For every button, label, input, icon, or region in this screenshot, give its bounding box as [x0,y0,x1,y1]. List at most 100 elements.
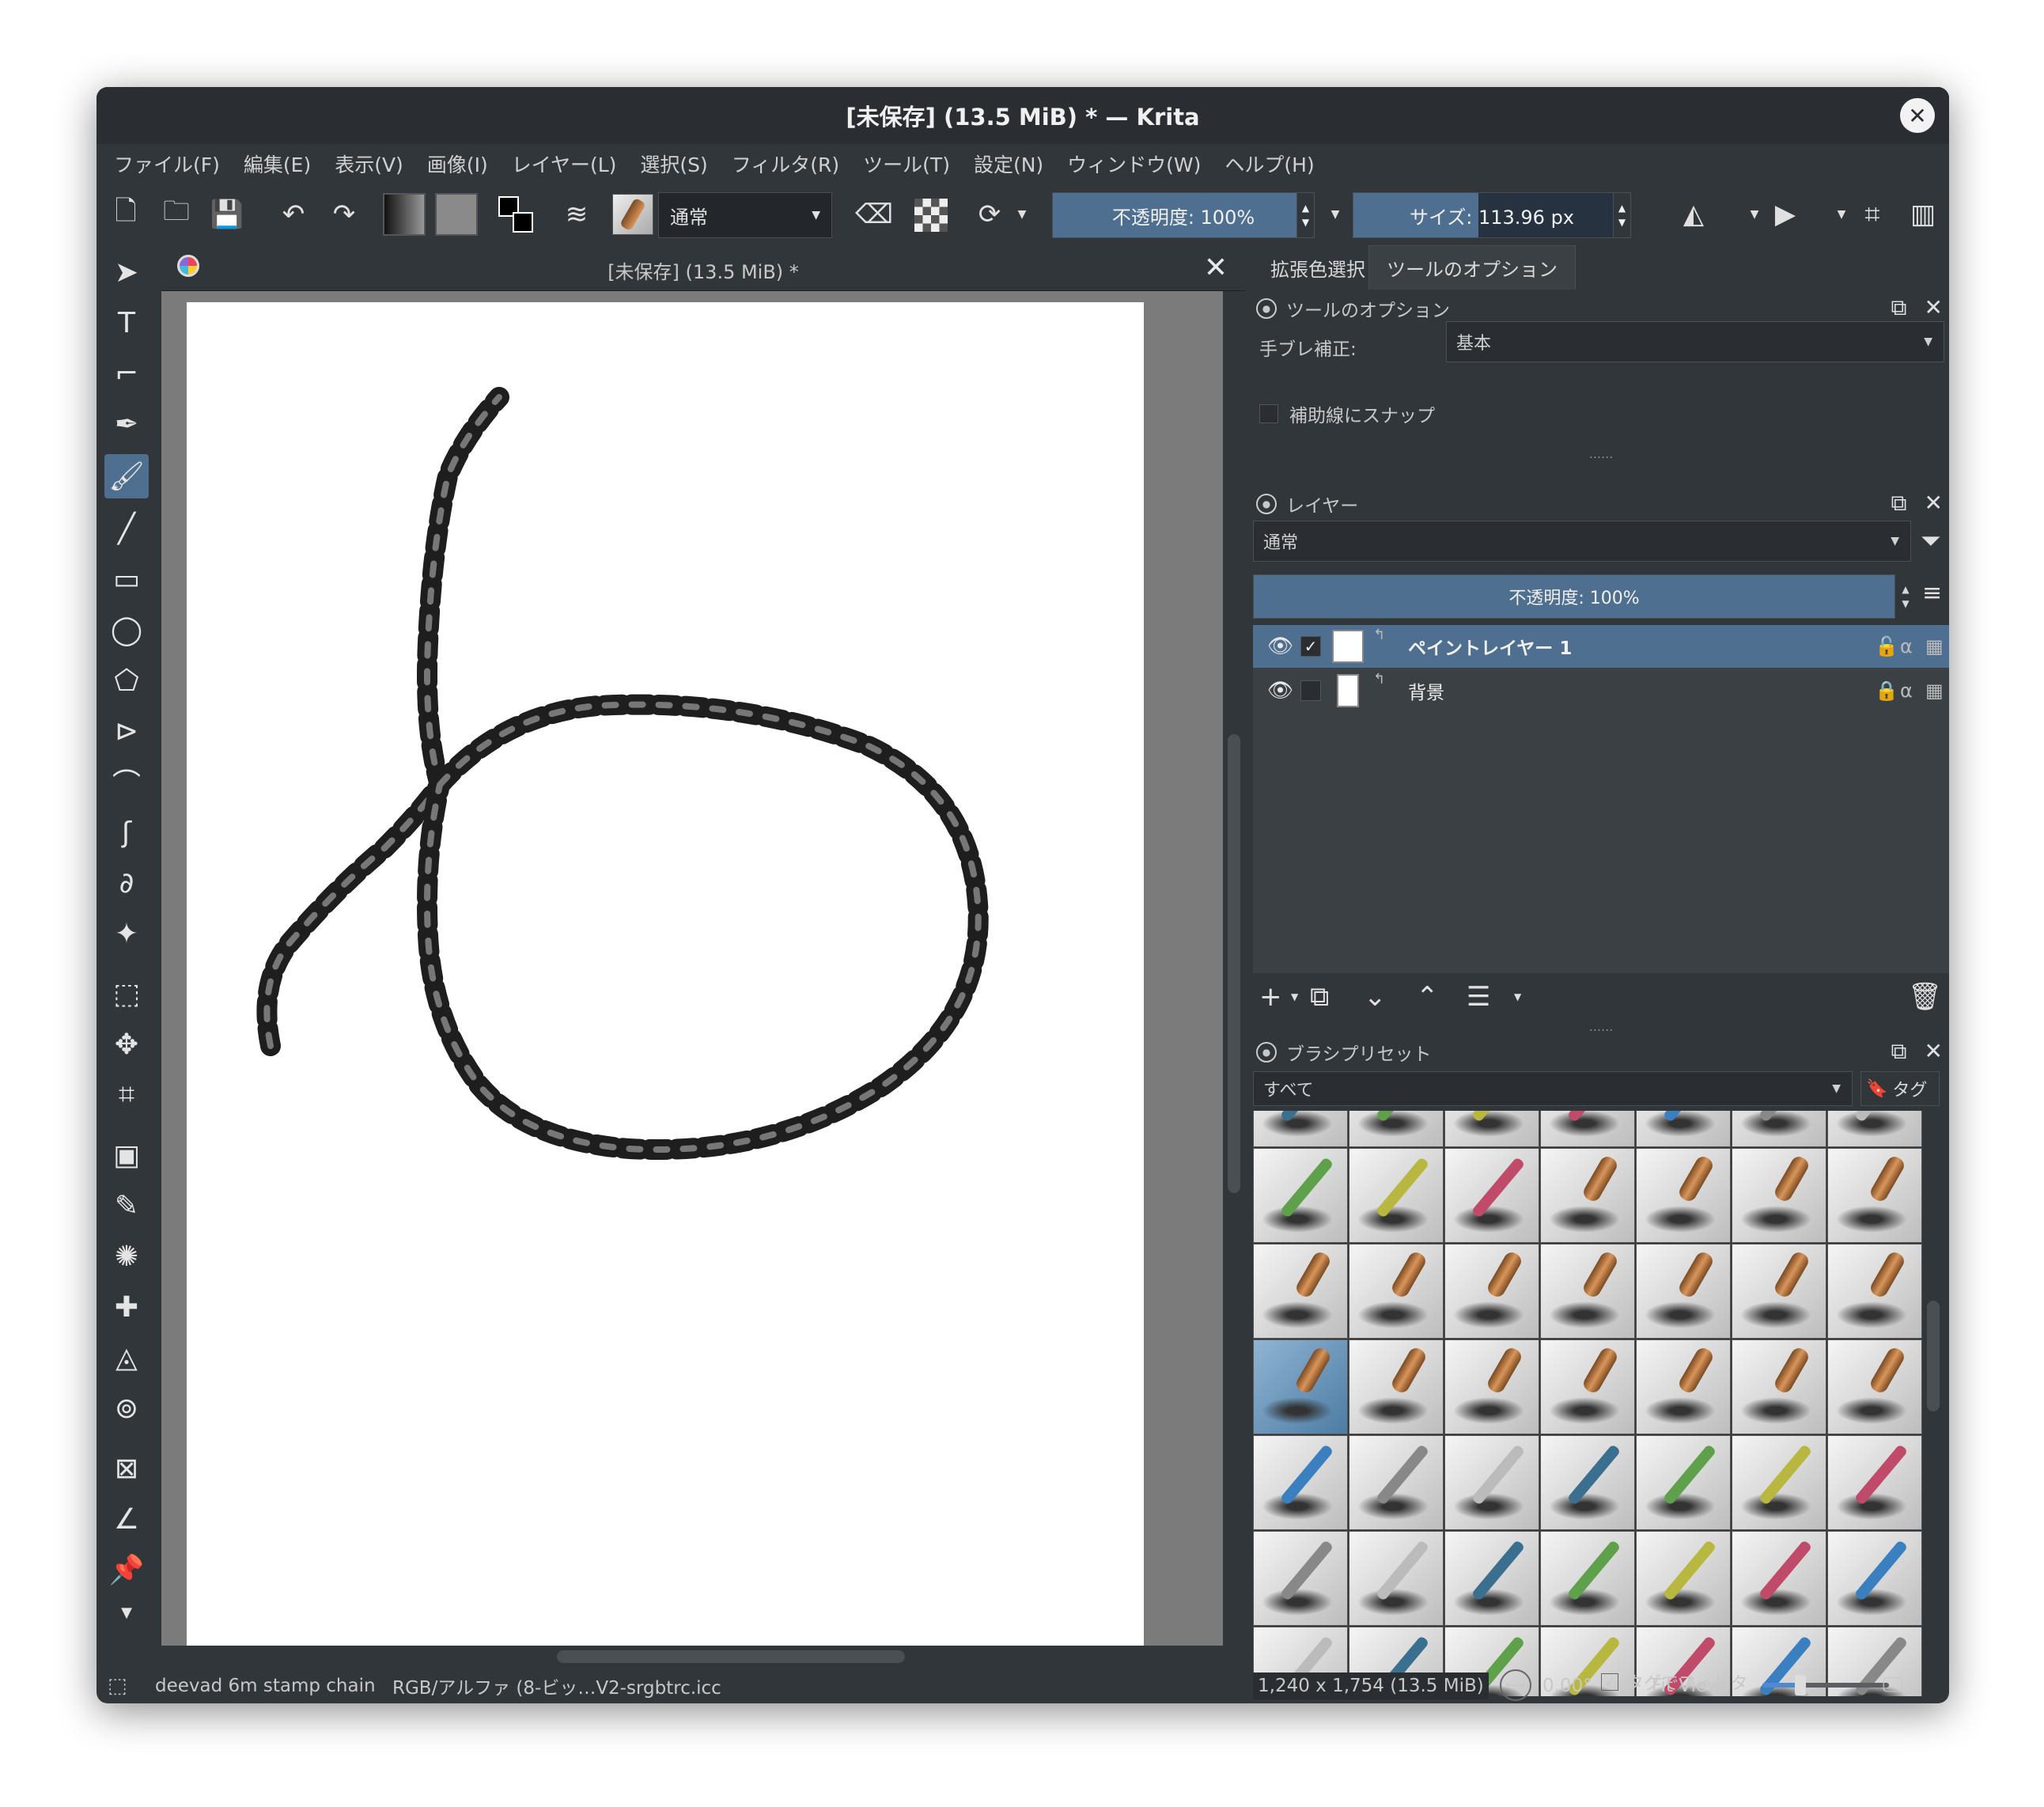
splitter-handle[interactable]: ...... [1253,1019,1949,1034]
opacity-spin[interactable]: ▲ ▼ [1296,193,1314,237]
brush-preset-thumbnail[interactable] [1349,1339,1444,1434]
hamburger-menu-icon[interactable]: ≡ [1922,579,1942,607]
brush-preset-thumbnail[interactable] [1636,1244,1731,1339]
canvas-vertical-scrollbar[interactable] [1223,291,1245,1646]
canvas-horizontal-scrollbar[interactable] [161,1646,1245,1668]
layer-row[interactable]: 👁 ✓ ↰ ペイントレイヤー 1 🔓 α ▦ [1253,625,1949,668]
tag-button[interactable]: 🔖 タグ [1860,1071,1940,1106]
chevron-down-icon[interactable]: ▼ [1014,195,1030,234]
brush-preset-thumbnail[interactable] [1732,1435,1826,1530]
close-panel-icon[interactable]: ✕ [1925,1038,1943,1065]
brush-grid-scrollbar[interactable] [1924,1111,1944,1696]
dynamic-brush-tool-icon[interactable]: ∂ [104,861,149,905]
brush-preset-thumbnail[interactable] [1349,1148,1444,1243]
brush-preset-thumbnail[interactable] [1636,1111,1731,1147]
brush-preset-thumbnail[interactable] [1253,1435,1348,1530]
layer-checkbox[interactable]: ✓ [1300,636,1321,657]
canvas-paper[interactable] [187,302,1144,1657]
add-layer-icon[interactable]: + [1259,981,1282,1013]
zoom-knob[interactable] [1795,1675,1806,1695]
close-panel-icon[interactable]: ✕ [1925,294,1943,321]
menu-tools[interactable]: ツール(T) [863,150,950,178]
brush-preset-icon[interactable] [612,194,653,235]
size-slider[interactable]: サイズ: 113.96 px ▲ ▼ [1353,192,1631,238]
chevron-down-icon[interactable]: ▼ [1834,195,1849,234]
layer-name[interactable]: ペイントレイヤー 1 [1408,633,1572,660]
brush-preset-thumbnail[interactable] [1827,1339,1922,1434]
reload-preset-icon[interactable]: ⟳ [971,195,1008,234]
image-dimensions[interactable]: 1,240 x 1,754 (13.5 MiB) [1253,1672,1489,1699]
menu-layer[interactable]: レイヤー(L) [512,150,617,178]
float-panel-icon[interactable]: ⧉ [1891,490,1907,517]
tab-advanced-color-selector[interactable]: 拡張色選択 [1253,245,1383,290]
brush-tag-filter-dropdown[interactable]: すべて ▼ [1253,1071,1853,1106]
brush-preset-thumbnail[interactable] [1444,1531,1539,1626]
eraser-icon[interactable]: ⌫ [855,195,893,234]
open-document-icon[interactable]: 🗀 [158,195,195,234]
brush-preset-thumbnail[interactable] [1253,1339,1348,1434]
filter-by-tag-checkbox[interactable]: ✓ [1601,1673,1618,1691]
new-document-icon[interactable]: 🗋 [108,195,144,234]
edit-shapes-tool-icon[interactable]: ⌐ [104,351,149,396]
ellipse-tool-icon[interactable]: ◯ [104,608,149,652]
lock-icon[interactable]: ● [1256,494,1277,514]
brush-preset-thumbnail[interactable] [1253,1244,1348,1339]
snap-checkbox[interactable] [1259,404,1278,423]
layer-checkbox[interactable] [1300,680,1321,701]
colorize-mask-tool-icon[interactable]: ✺ [104,1234,149,1279]
menu-edit[interactable]: 編集(E) [244,150,311,178]
layer-row[interactable]: 👁 ↰ 背景 🔒 α ▦ [1253,669,1949,712]
brush-preset-thumbnail[interactable] [1732,1531,1826,1626]
brush-preset-thumbnail[interactable] [1540,1435,1635,1530]
splitter-handle[interactable]: ...... [1253,446,1949,461]
close-document-icon[interactable]: ✕ [1204,252,1228,284]
brush-preset-thumbnail[interactable] [1827,1531,1922,1626]
chevron-down-icon[interactable]: ▼ [1291,991,1298,1002]
layer-blend-mode-dropdown[interactable]: 通常 ▼ [1253,521,1911,562]
rotation-icon[interactable]: ⟷ [1500,1669,1531,1701]
bezier-tool-icon[interactable]: ⌒ [104,760,149,804]
scrollbar-thumb[interactable] [557,1650,905,1663]
canvas-only-icon[interactable]: 🖵 [1883,1673,1902,1698]
brush-preset-thumbnail[interactable] [1253,1148,1348,1243]
menu-file[interactable]: ファイル(F) [114,150,220,178]
lock-icon[interactable]: ● [1256,298,1277,319]
brush-preset-thumbnail[interactable] [1540,1111,1635,1147]
menu-select[interactable]: 選択(S) [640,150,707,178]
menu-help[interactable]: ヘルプ(H) [1225,150,1314,178]
color-profile[interactable]: RGB/アルファ (8-ビッ…V2-srgbtrc.icc [392,1673,721,1699]
gradient-selector[interactable] [383,193,426,236]
visibility-eye-icon[interactable]: 👁 [1267,679,1293,703]
layer-name[interactable]: 背景 [1408,677,1444,704]
polygon-tool-icon[interactable]: ⬠ [104,658,149,703]
brush-preset-thumbnail[interactable] [1349,1244,1444,1339]
fill-tool-icon[interactable]: ◬ [104,1335,149,1380]
menu-view[interactable]: 表示(V) [335,150,403,178]
mirror-horizontal-icon[interactable]: ◭ [1675,195,1712,234]
brush-preset-thumbnail[interactable] [1636,1531,1731,1626]
opacity-slider[interactable]: 不透明度: 100% ▲ ▼ [1052,192,1315,238]
brush-preset-thumbnail[interactable] [1732,1339,1826,1434]
zoom-slider[interactable] [1762,1675,1889,1695]
brush-preset-thumbnail[interactable] [1732,1244,1826,1339]
pattern-selector[interactable] [435,193,478,236]
brush-preset-thumbnail[interactable] [1444,1339,1539,1434]
float-panel-icon[interactable]: ⧉ [1891,1038,1907,1065]
move-layer-down-icon[interactable]: ⌄ [1364,981,1387,1013]
brush-preset-thumbnail[interactable] [1444,1435,1539,1530]
layer-properties-icon[interactable]: ☰ [1467,981,1490,1013]
mirror-vertical-icon[interactable]: ▶ [1767,195,1804,234]
alpha-icon[interactable]: α [1900,680,1913,702]
wrap-around-icon[interactable]: ⌗ [1854,195,1891,234]
save-icon[interactable]: 💾 [209,195,245,234]
filter-icon[interactable]: ⏷ [1921,525,1941,556]
filter-by-tag-row[interactable]: ✓ タグでフィルタ [1601,1669,1748,1695]
chevron-down-icon[interactable]: ▼ [1327,195,1343,234]
stabilizer-dropdown[interactable]: 基本 ▼ [1446,321,1944,362]
crop-tool-icon[interactable]: ⌗ [104,1073,149,1117]
brush-preset-thumbnail[interactable] [1636,1148,1731,1243]
alpha-icon[interactable]: α [1900,635,1913,657]
brush-preset-thumbnail[interactable] [1636,1339,1731,1434]
document-tab[interactable]: [未保存] (13.5 MiB) * ✕ [161,245,1245,291]
brush-preset-thumbnail[interactable] [1349,1435,1444,1530]
